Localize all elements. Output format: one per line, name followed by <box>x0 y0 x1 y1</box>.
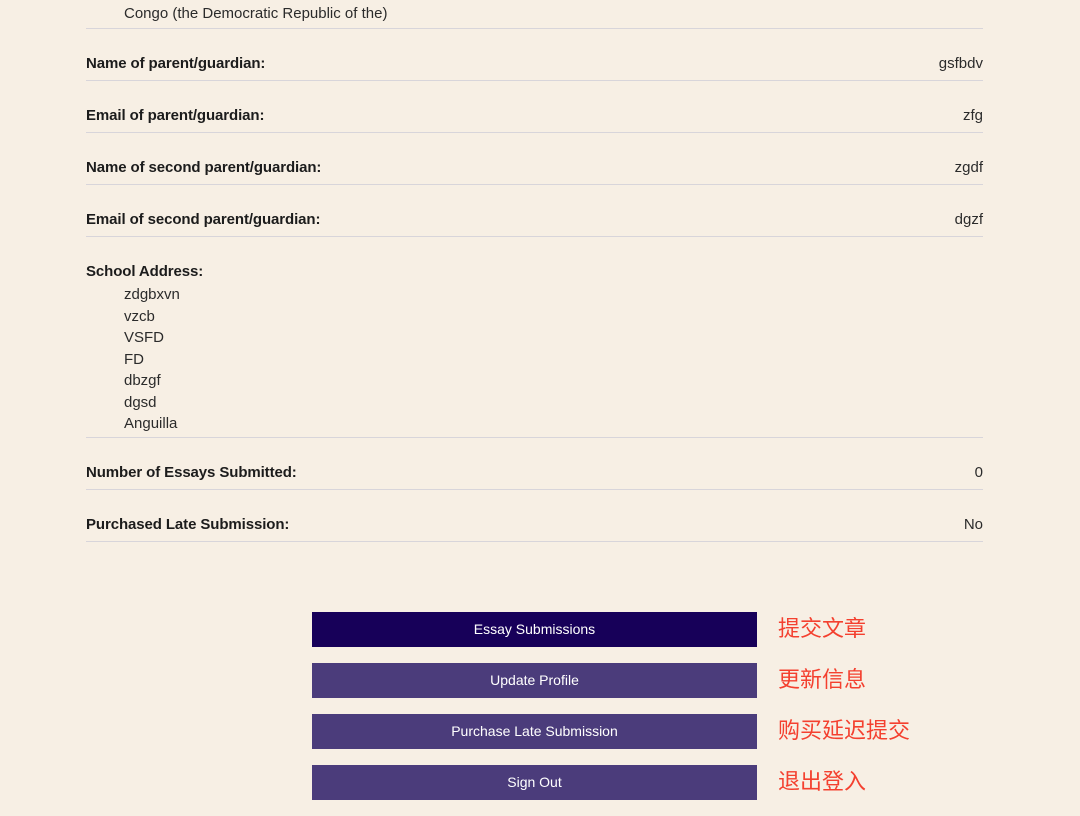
profile-row-second-parent-name: Name of second parent/guardian: zgdf <box>86 133 983 185</box>
country-value: Congo (the Democratic Republic of the) <box>124 5 388 22</box>
second-parent-name-label: Name of second parent/guardian: <box>86 159 322 176</box>
address-line: dbzgf <box>124 372 161 389</box>
address-line: vzcb <box>124 307 155 325</box>
profile-row-country: Congo (the Democratic Republic of the) <box>86 0 983 29</box>
second-parent-email-value: dgzf <box>954 211 983 228</box>
essays-submitted-value: 0 <box>974 463 983 481</box>
essays-submitted-label: Number of Essays Submitted: <box>86 463 297 481</box>
second-parent-name-value: zgdf <box>954 159 983 176</box>
address-line: Anguilla <box>124 415 178 432</box>
address-line: FD <box>124 350 144 368</box>
annotation-purchase-late-submission: 购买延迟提交 <box>778 718 911 744</box>
late-submission-value: No <box>963 515 983 533</box>
parent-name-value: gsfbdv <box>938 55 983 72</box>
profile-detail-list: Congo (the Democratic Republic of the) N… <box>86 0 983 542</box>
action-row-purchase-late-submission: Purchase Late Submission 购买延迟提交 <box>312 714 910 749</box>
parent-email-label: Email of parent/guardian: <box>86 107 265 124</box>
school-address-label: School Address: <box>86 263 204 280</box>
parent-name-label: Name of parent/guardian: <box>86 55 266 72</box>
annotation-update-profile: 更新信息 <box>778 667 867 693</box>
school-address-lines: zdgbxvn vzcb VSFD FD dbzgf dgsd Anguilla <box>86 284 983 435</box>
parent-email-value: zfg <box>962 107 983 124</box>
action-row-essay-submissions: Essay Submissions 提交文章 <box>312 612 866 647</box>
profile-row-late-submission: Purchased Late Submission: No <box>86 490 983 542</box>
late-submission-label: Purchased Late Submission: <box>86 515 290 533</box>
profile-row-second-parent-email: Email of second parent/guardian: dgzf <box>86 185 983 237</box>
profile-row-essays-submitted: Number of Essays Submitted: 0 <box>86 438 983 490</box>
essay-submissions-button[interactable]: Essay Submissions <box>312 612 757 647</box>
second-parent-email-label: Email of second parent/guardian: <box>86 211 321 228</box>
purchase-late-submission-button[interactable]: Purchase Late Submission <box>312 714 757 749</box>
address-line: zdgbxvn <box>124 286 180 303</box>
profile-row-parent-email: Email of parent/guardian: zfg <box>86 81 983 133</box>
action-row-sign-out: Sign Out 退出登入 <box>312 765 866 800</box>
address-line: dgsd <box>124 393 157 411</box>
address-line: VSFD <box>124 329 165 346</box>
action-button-group: Essay Submissions 提交文章 Update Profile 更新… <box>312 612 910 816</box>
annotation-sign-out: 退出登入 <box>778 769 867 795</box>
profile-row-school-address: School Address: zdgbxvn vzcb VSFD FD dbz… <box>86 237 983 438</box>
annotation-essay-submissions: 提交文章 <box>778 616 867 642</box>
sign-out-button[interactable]: Sign Out <box>312 765 757 800</box>
profile-row-parent-name: Name of parent/guardian: gsfbdv <box>86 29 983 81</box>
update-profile-button[interactable]: Update Profile <box>312 663 757 698</box>
action-row-update-profile: Update Profile 更新信息 <box>312 663 866 698</box>
